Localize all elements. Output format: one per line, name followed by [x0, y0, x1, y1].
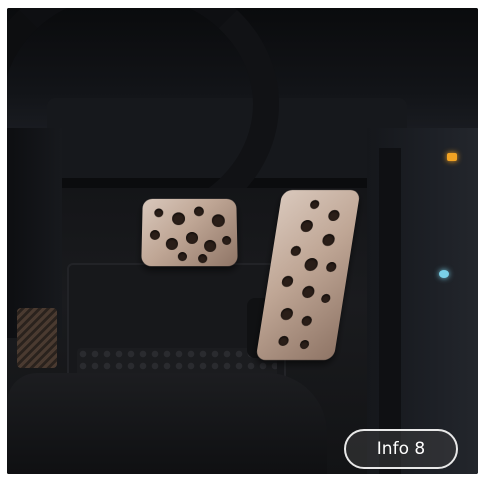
info-button[interactable]: Info 8	[344, 429, 458, 469]
driver-seat	[7, 373, 327, 474]
left-side-panel	[7, 128, 62, 338]
console-edge	[379, 148, 401, 474]
blue-indicator-light	[439, 270, 449, 278]
brake-pedal	[141, 198, 238, 267]
amber-indicator-light	[447, 153, 457, 161]
door-sill-texture	[17, 308, 57, 368]
gallery-image	[7, 8, 478, 474]
